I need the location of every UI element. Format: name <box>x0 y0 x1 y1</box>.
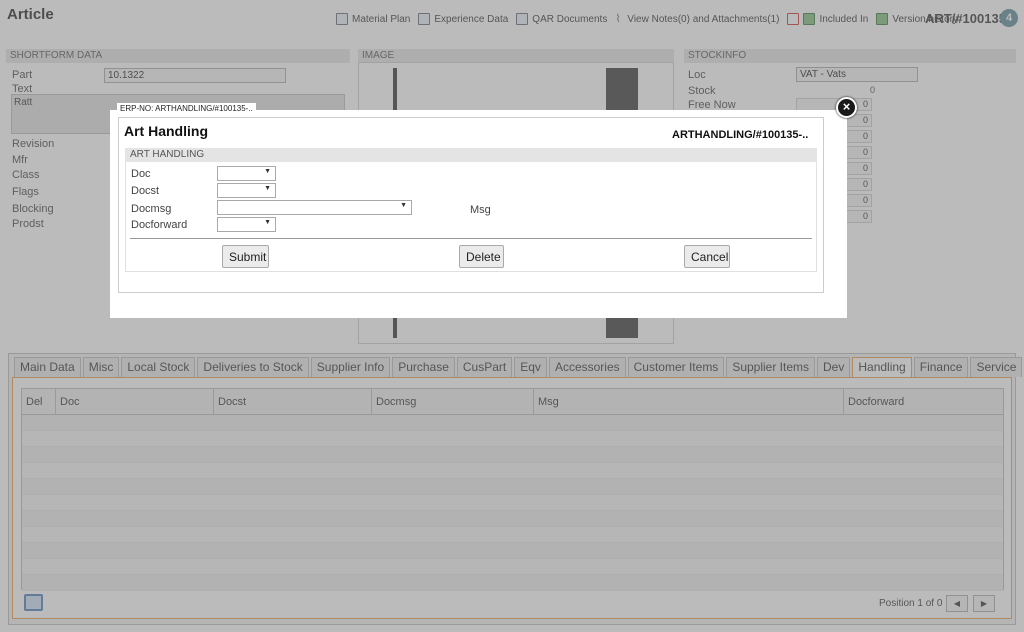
chevron-down-icon: ▼ <box>264 168 271 175</box>
chevron-down-icon: ▼ <box>264 185 271 192</box>
dialog-divider <box>130 238 812 239</box>
delete-button[interactable]: Delete <box>459 245 504 268</box>
docmsg-select[interactable]: ▼ <box>217 200 412 215</box>
cancel-button[interactable]: Cancel <box>684 245 730 268</box>
dialog-record-ref: ARTHANDLING/#100135-.. <box>672 129 809 141</box>
docmsg-label: Docmsg <box>131 203 172 215</box>
docforward-select[interactable]: ▼ <box>217 217 276 232</box>
msg-label: Msg <box>470 204 491 216</box>
chevron-down-icon: ▼ <box>400 202 407 209</box>
art-handling-section-heading: ART HANDLING <box>125 148 817 162</box>
chevron-down-icon: ▼ <box>264 219 271 226</box>
submit-button[interactable]: Submit <box>222 245 269 268</box>
dialog-caption: ERP-NO: ARTHANDLING/#100135-.. <box>117 103 256 115</box>
docst-label: Docst <box>131 185 160 197</box>
close-icon[interactable]: × <box>836 97 857 118</box>
doc-select[interactable]: ▼ <box>217 166 276 181</box>
docst-select[interactable]: ▼ <box>217 183 276 198</box>
dialog-title: Art Handling <box>124 123 208 139</box>
docforward-label: Docforward <box>131 219 188 231</box>
doc-label: Doc <box>131 168 151 180</box>
